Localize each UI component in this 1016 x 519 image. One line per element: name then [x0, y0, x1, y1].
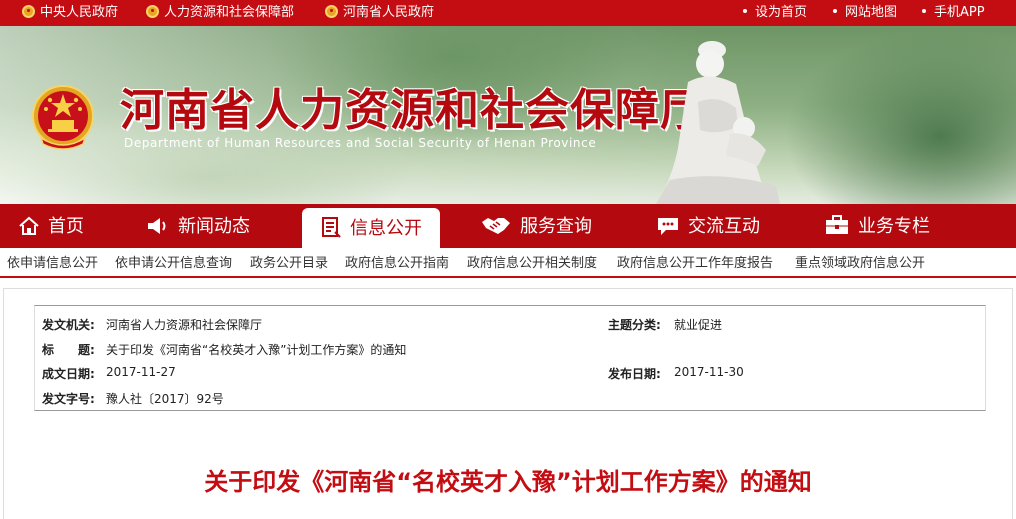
bullet-icon	[833, 9, 837, 13]
nav-home[interactable]: 首页	[18, 204, 84, 248]
bullet-icon	[922, 9, 926, 13]
bullet-icon	[743, 9, 747, 13]
nav-interact[interactable]: 交流互动	[656, 204, 760, 248]
title-value: 关于印发《河南省“名校英才入豫”计划工作方案》的通知	[106, 343, 407, 357]
topic-value: 就业促进	[674, 318, 723, 332]
national-emblem-icon	[32, 85, 94, 150]
link-mobile-app[interactable]: 手机APP	[922, 0, 985, 26]
issuer-label: 发文机关:	[42, 318, 95, 332]
subnav-item[interactable]: 政府信息公开相关制度	[467, 250, 597, 278]
megaphone-icon	[148, 218, 166, 234]
document-list-icon	[322, 217, 341, 238]
home-icon	[19, 216, 39, 235]
link-set-home[interactable]: 设为首页	[743, 0, 807, 26]
subnav-item[interactable]: 依申请公开信息查询	[115, 250, 232, 278]
nav-news[interactable]: 新闻动态	[146, 204, 250, 248]
statue-image	[656, 41, 780, 204]
document-meta-table: 发文机关: 河南省人力资源和社会保障厅 主题分类: 就业促进 标 题: 关于印发…	[34, 305, 986, 411]
subnav-item[interactable]: 政府信息公开指南	[345, 250, 449, 278]
chat-icon	[658, 218, 678, 235]
subnav-item[interactable]: 重点领域政府信息公开	[795, 250, 925, 278]
site-subtitle: Department of Human Resources and Social…	[124, 136, 597, 150]
link-mohrss[interactable]: 人力资源和社会保障部	[146, 0, 294, 26]
emblem-icon	[22, 5, 35, 18]
article-headline: 关于印发《河南省“名校英才入豫”计划工作方案》的通知	[204, 468, 812, 496]
handshake-icon	[482, 218, 510, 234]
top-bar: 中央人民政府 人力资源和社会保障部 河南省人民政府 设为首页 网站地图 手机AP…	[0, 0, 1016, 26]
doc-number-label: 发文字号:	[42, 392, 95, 406]
main-nav: 首页 新闻动态 信息公开 服务查询 交流互动 业务专栏	[0, 204, 1016, 252]
subnav-item[interactable]: 政府信息公开工作年度报告	[617, 250, 773, 278]
created-date-value: 2017-11-27	[106, 365, 176, 379]
topic-label: 主题分类:	[608, 318, 661, 332]
briefcase-icon	[826, 215, 848, 234]
nav-topics[interactable]: 业务专栏	[824, 204, 930, 248]
link-central-gov[interactable]: 中央人民政府	[22, 0, 118, 26]
issuer-value: 河南省人力资源和社会保障厅	[106, 318, 263, 332]
sub-nav: 依申请信息公开 依申请公开信息查询 政务公开目录 政府信息公开指南 政府信息公开…	[0, 250, 1016, 278]
emblem-icon	[325, 5, 338, 18]
created-date-label: 成文日期:	[42, 367, 95, 381]
title-label: 标 题:	[42, 343, 95, 357]
subnav-item[interactable]: 政务公开目录	[250, 250, 328, 278]
nav-service[interactable]: 服务查询	[480, 204, 592, 248]
subnav-item[interactable]: 依申请信息公开	[7, 250, 98, 278]
emblem-icon	[146, 5, 159, 18]
nav-info-disclosure[interactable]: 信息公开	[302, 208, 440, 252]
link-sitemap[interactable]: 网站地图	[833, 0, 897, 26]
link-henan-gov[interactable]: 河南省人民政府	[325, 0, 434, 26]
header-banner: 河南省人力资源和社会保障厅 Department of Human Resour…	[0, 26, 1016, 204]
site-title: 河南省人力资源和社会保障厅	[120, 85, 705, 136]
published-date-label: 发布日期:	[608, 367, 661, 381]
doc-number-value: 豫人社〔2017〕92号	[106, 392, 224, 406]
published-date-value: 2017-11-30	[674, 365, 744, 379]
